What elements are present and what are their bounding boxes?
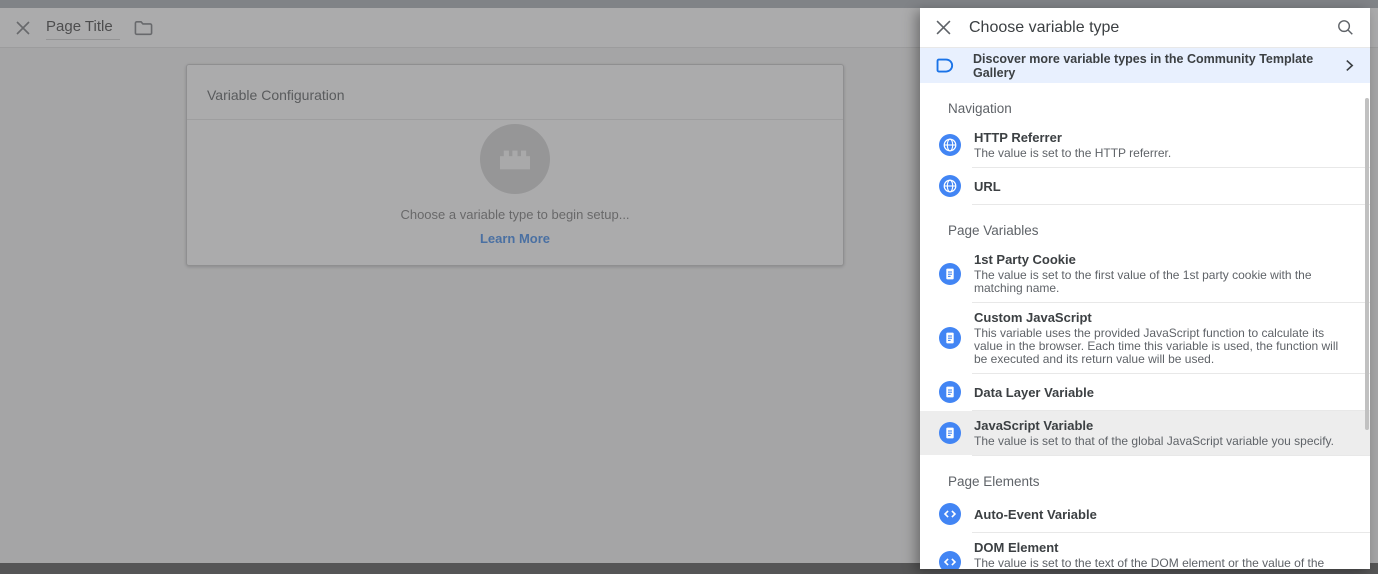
variable-type-title: 1st Party Cookie	[974, 252, 1354, 267]
variable-type-title: Auto-Event Variable	[974, 507, 1097, 522]
document-icon	[939, 263, 961, 285]
variable-type-dom-element[interactable]: DOM Element The value is set to the text …	[920, 533, 1370, 569]
variable-type-auto-event-variable[interactable]: Auto-Event Variable	[920, 496, 1370, 532]
variable-type-title: DOM Element	[974, 540, 1354, 555]
variable-type-http-referrer[interactable]: HTTP Referrer The value is set to the HTT…	[920, 123, 1370, 167]
variable-type-title: URL	[974, 179, 1001, 194]
variable-type-text: 1st Party Cookie The value is set to the …	[974, 252, 1354, 295]
screen: Page Title Variable Configuration	[0, 0, 1378, 574]
variable-type-title: Data Layer Variable	[974, 385, 1094, 400]
variable-type-description: The value is set to the text of the DOM …	[974, 557, 1354, 569]
globe-icon	[939, 134, 961, 156]
section-label-navigation: Navigation	[920, 83, 1370, 123]
variable-type-text: Auto-Event Variable	[974, 507, 1097, 522]
variable-type-title: JavaScript Variable	[974, 418, 1334, 433]
code-icon	[939, 551, 961, 570]
variable-type-description: The value is set to the HTTP referrer.	[974, 147, 1171, 160]
variable-type-text: DOM Element The value is set to the text …	[974, 540, 1354, 569]
globe-icon	[939, 175, 961, 197]
document-icon	[939, 327, 961, 349]
variable-type-list: Navigation HTTP Referrer The value is set …	[920, 83, 1370, 569]
variable-type-description: The value is set to that of the global J…	[974, 435, 1334, 448]
panel-header: Choose variable type	[920, 8, 1370, 48]
variable-type-custom-javascript[interactable]: Custom JavaScript This variable uses the …	[920, 303, 1370, 373]
code-icon	[939, 503, 961, 525]
variable-type-text: Custom JavaScript This variable uses the …	[974, 310, 1354, 366]
variable-type-title: Custom JavaScript	[974, 310, 1354, 325]
panel-title: Choose variable type	[969, 19, 1337, 37]
variable-type-description: The value is set to the first value of t…	[974, 269, 1354, 295]
document-icon	[939, 381, 961, 403]
variable-type-text: URL	[974, 179, 1001, 194]
chevron-right-icon	[1345, 59, 1354, 72]
template-gallery-icon	[936, 58, 955, 73]
section-label-page-variables: Page Variables	[920, 205, 1370, 245]
community-gallery-banner[interactable]: Discover more variable types in the Comm…	[920, 48, 1370, 83]
variable-type-description: This variable uses the provided JavaScri…	[974, 327, 1354, 366]
variable-type-title: HTTP Referrer	[974, 130, 1171, 145]
variable-type-data-layer-variable[interactable]: Data Layer Variable	[920, 374, 1370, 410]
panel-close-icon[interactable]	[936, 20, 951, 35]
variable-type-1st-party-cookie[interactable]: 1st Party Cookie The value is set to the …	[920, 245, 1370, 302]
scrollbar-thumb[interactable]	[1365, 98, 1369, 430]
search-icon[interactable]	[1337, 19, 1354, 36]
choose-variable-type-panel: Choose variable type Discover more varia…	[920, 8, 1370, 569]
variable-type-text: Data Layer Variable	[974, 385, 1094, 400]
document-icon	[939, 422, 961, 444]
variable-type-text: HTTP Referrer The value is set to the HTT…	[974, 130, 1171, 160]
banner-text: Discover more variable types in the Comm…	[973, 52, 1345, 80]
variable-type-javascript-variable[interactable]: JavaScript Variable The value is set to t…	[920, 411, 1370, 455]
variable-type-text: JavaScript Variable The value is set to t…	[974, 418, 1334, 448]
section-label-page-elements: Page Elements	[920, 456, 1370, 496]
variable-type-url[interactable]: URL	[920, 168, 1370, 204]
